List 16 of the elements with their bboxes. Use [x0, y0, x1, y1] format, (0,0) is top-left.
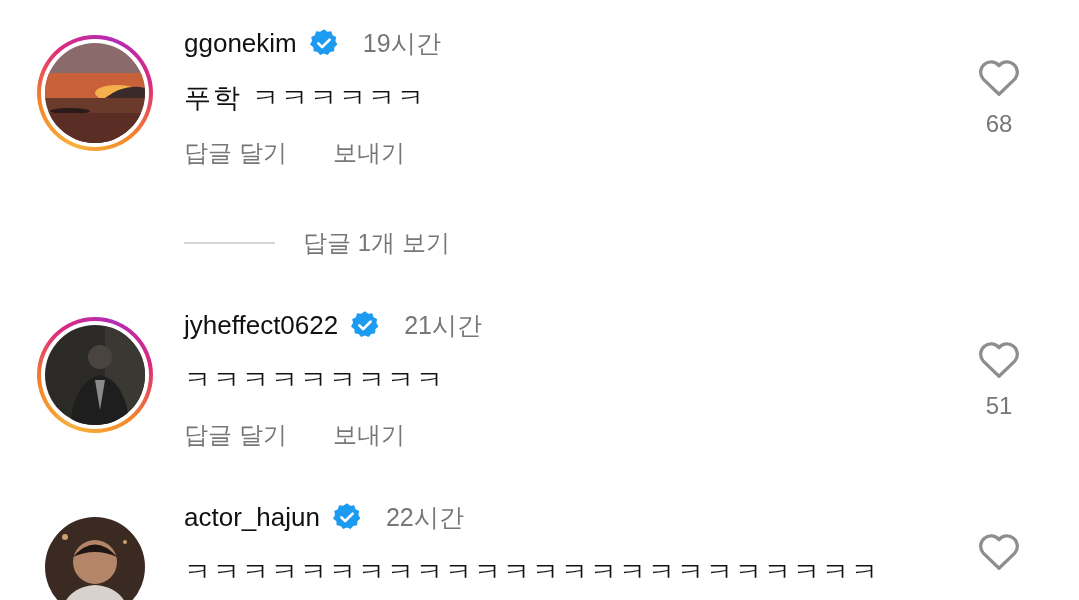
- comment-text: ㅋㅋㅋㅋㅋㅋㅋㅋㅋ: [184, 364, 445, 397]
- comment-action-link[interactable]: 보내기: [332, 137, 405, 169]
- view-replies-link[interactable]: 답글 1개 보기: [303, 227, 450, 259]
- comment-text: ㅋㅋㅋㅋㅋㅋㅋㅋㅋㅋㅋㅋㅋㅋㅋㅋㅋㅋㅋㅋㅋㅋㅋㅋ: [184, 556, 880, 589]
- like-count: 68: [985, 110, 1013, 138]
- username[interactable]: ggonekim: [184, 27, 297, 59]
- username[interactable]: jyheffect0622: [184, 309, 339, 341]
- comment-time: 22시간: [385, 501, 464, 533]
- comment-action-link[interactable]: 답글 달기: [184, 137, 287, 169]
- like-count: 51: [985, 392, 1013, 420]
- comment-time: 19시간: [362, 27, 441, 59]
- comment-time: 21시간: [404, 309, 482, 341]
- comment-text: 푸학 ㅋㅋㅋㅋㅋㅋ: [184, 82, 426, 115]
- comment-action-link[interactable]: 보내기: [332, 419, 405, 451]
- comment-action-link[interactable]: 답글 달기: [184, 419, 287, 451]
- username[interactable]: actor_hajun: [184, 501, 320, 533]
